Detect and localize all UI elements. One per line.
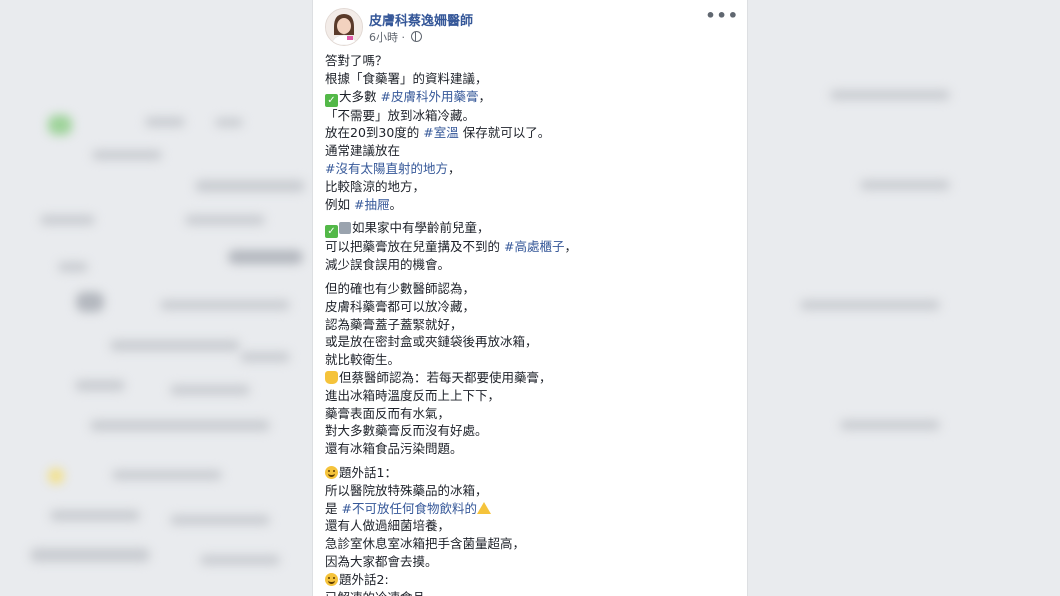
text-segment: 比較陰涼的地方，: [325, 178, 426, 194]
more-options-button[interactable]: •••: [705, 6, 739, 25]
raised-hand-icon: [325, 370, 338, 384]
text-segment: 所以醫院放特殊藥品的冰箱，: [325, 482, 488, 498]
text-line: #沒有太陽直射的地方，: [325, 160, 735, 178]
post-meta: 6小時 ·: [369, 29, 422, 45]
text-segment: 認為藥膏蓋子蓋緊就好，: [325, 316, 463, 332]
text-line: 進出冰箱時溫度反而上上下下，: [325, 387, 735, 405]
hashtag-link[interactable]: #皮膚科外用藥膏: [380, 89, 478, 104]
number-key-icon: [339, 222, 351, 235]
text-segment: 對大多數藥膏反而沒有好處。: [325, 423, 488, 439]
white-check-mark-icon: ✓: [325, 225, 338, 239]
text-segment: 進出冰箱時溫度反而上上下下，: [325, 387, 501, 403]
text-segment: 題外話1：: [339, 464, 397, 480]
text-line: 「不需要」放到冰箱冷藏。: [325, 107, 735, 125]
text-line: 但蔡醫師認為：若每天都要使用藥膏，: [325, 369, 735, 387]
post-paragraph: 但的確也有少數醫師認為， 皮膚科藥膏都可以放冷藏， 認為藥膏蓋子蓋緊就好， 或是放在密…: [325, 280, 735, 458]
hashtag-link[interactable]: #沒有太陽直射的地方: [325, 161, 448, 176]
text-line: 放在20到30度的 #室溫 保存就可以了。: [325, 124, 735, 142]
post-paragraph: 題外話1： 所以醫院放特殊藥品的冰箱，是 #不可放任何食物飲料的 還有人做過細菌培養…: [325, 464, 735, 596]
text-segment: 可以把藥膏放在兒童搆及不到的: [325, 239, 504, 255]
hashtag-link[interactable]: #不可放任何食物飲料的: [341, 501, 476, 516]
text-line: 認為藥膏蓋子蓋緊就好，: [325, 316, 735, 334]
text-line: 但的確也有少數醫師認為，: [325, 280, 735, 298]
meta-separator: ·: [398, 31, 409, 44]
text-segment: 大多數: [339, 88, 381, 104]
text-line: ✓ 大多數 #皮膚科外用藥膏，: [325, 88, 735, 107]
text-segment: 通常建議放在: [325, 143, 401, 159]
text-segment: 已解凍的冷凍食品，: [325, 590, 438, 596]
text-line: 急診室休息室冰箱把手含菌量超高，: [325, 535, 735, 553]
text-line: 題外話2:: [325, 571, 735, 589]
text-segment: ，: [447, 160, 461, 176]
text-line: 減少誤食誤用的機會。: [325, 256, 735, 274]
text-segment: 是: [325, 500, 342, 516]
text-segment: 還有人做過細菌培養，: [325, 518, 451, 534]
facebook-post-card: 皮膚科蔡逸姍醫師 6小時 · ••• 答對了嗎？ 根據「食藥署」的資料建議， ✓ 大多…: [312, 0, 748, 596]
text-line: 可以把藥膏放在兒童搆及不到的 #高處櫃子，: [325, 238, 735, 256]
post-paragraph: 答對了嗎？ 根據「食藥署」的資料建議， ✓ 大多數 #皮膚科外用藥膏， 「不需要」放到冰…: [325, 52, 735, 213]
text-line: 因為大家都會去摸。: [325, 553, 735, 571]
text-segment: 就比較衛生。: [325, 352, 401, 368]
text-line: 皮膚科藥膏都可以放冷藏，: [325, 298, 735, 316]
text-line: 或是放在密封盒或夾鏈袋後再放冰箱，: [325, 333, 735, 351]
hashtag-link[interactable]: #高處櫃子: [504, 239, 564, 254]
post-timestamp[interactable]: 6小時: [369, 31, 398, 44]
text-line: 例如 #抽屜。: [325, 196, 735, 214]
text-line: 題外話1：: [325, 464, 735, 482]
white-check-mark-icon: ✓: [325, 93, 338, 107]
text-segment: 急診室休息室冰箱把手含菌量超高，: [325, 536, 526, 552]
text-line: 藥膏表面反而有水氣，: [325, 405, 735, 423]
text-line: 對大多數藥膏反而沒有好處。: [325, 422, 735, 440]
text-line: 還有人做過細菌培養，: [325, 517, 735, 535]
text-segment: 但蔡醫師認為：若每天都要使用藥膏，: [339, 369, 552, 385]
text-segment: 還有冰箱食品污染問題。: [325, 441, 463, 457]
text-line: 已解凍的冷凍食品，: [325, 589, 735, 596]
text-segment: 減少誤食誤用的機會。: [325, 257, 451, 273]
text-line: 所以醫院放特殊藥品的冰箱，: [325, 482, 735, 500]
text-line: ✓ 如果家中有學齡前兒童，: [325, 219, 735, 239]
text-segment: 因為大家都會去摸。: [325, 553, 438, 569]
text-segment: 保存就可以了。: [458, 125, 551, 141]
text-segment: 或是放在密封盒或夾鏈袋後再放冰箱，: [325, 334, 538, 350]
post-text: 答對了嗎？ 根據「食藥署」的資料建議， ✓ 大多數 #皮膚科外用藥膏， 「不需要」放到冰…: [325, 52, 735, 596]
author-name-link[interactable]: 皮膚科蔡逸姍醫師: [369, 10, 473, 29]
text-segment: 皮膚科藥膏都可以放冷藏，: [325, 298, 476, 314]
text-segment: ，: [478, 88, 491, 104]
text-segment: 但的確也有少數醫師認為，: [325, 280, 476, 296]
text-line: 還有冰箱食品污染問題。: [325, 440, 735, 458]
text-segment: 藥膏表面反而有水氣，: [325, 405, 451, 421]
text-segment: 放在20到30度的: [325, 125, 424, 141]
smiley-face-icon: [325, 572, 338, 586]
text-segment: 「不需要」放到冰箱冷藏。: [325, 107, 476, 123]
text-line: 通常建議放在: [325, 142, 735, 160]
text-line: 答對了嗎？: [325, 52, 735, 70]
text-segment: 題外話2:: [339, 571, 389, 587]
text-line: 就比較衛生。: [325, 351, 735, 369]
smiley-face-icon: [325, 465, 338, 479]
hashtag-link[interactable]: #室溫: [423, 125, 458, 140]
post-paragraph: ✓ 如果家中有學齡前兒童， 可以把藥膏放在兒童搆及不到的 #高處櫃子， 減少誤食誤用的…: [325, 219, 735, 274]
text-segment: 如果家中有學齡前兒童，: [352, 220, 490, 236]
warning-sign-icon: [476, 501, 491, 514]
text-line: 是 #不可放任何食物飲料的: [325, 500, 735, 518]
text-line: 根據「食藥署」的資料建議，: [325, 70, 735, 88]
globe-icon: [410, 31, 422, 42]
text-segment: 答對了嗎？: [325, 53, 388, 68]
text-segment: 。: [389, 196, 402, 212]
text-line: 比較陰涼的地方，: [325, 178, 735, 196]
text-segment: 例如: [325, 196, 354, 212]
author-avatar[interactable]: [325, 8, 363, 46]
text-segment: ，: [564, 239, 577, 255]
hashtag-link[interactable]: #抽屜: [354, 197, 389, 212]
text-segment: 根據「食藥署」的資料建議，: [325, 70, 488, 86]
